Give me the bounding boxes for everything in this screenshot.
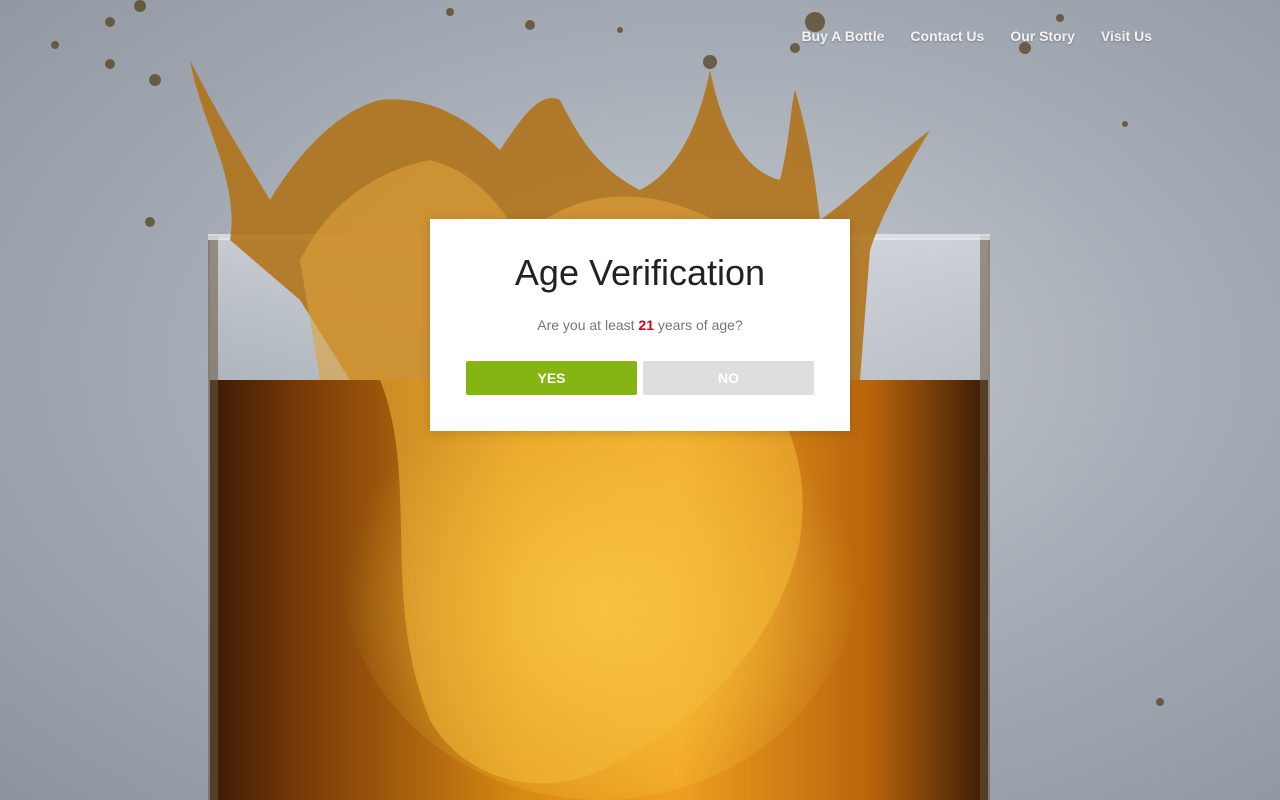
- nav-buy-a-bottle[interactable]: Buy A Bottle: [801, 28, 884, 44]
- age-question-prefix: Are you at least: [537, 317, 639, 333]
- no-button[interactable]: NO: [643, 361, 814, 395]
- dialog-buttons: YES NO: [466, 361, 814, 395]
- dialog-title: Age Verification: [514, 252, 766, 293]
- age-verification-dialog: Age Verification Are you at least 21 yea…: [430, 219, 850, 431]
- age-question: Are you at least 21 years of age?: [430, 317, 850, 333]
- top-navigation: Buy A Bottle Contact Us Our Story Visit …: [801, 28, 1152, 44]
- nav-visit-us[interactable]: Visit Us: [1101, 28, 1152, 44]
- age-question-suffix: years of age?: [654, 317, 743, 333]
- age-value: 21: [638, 317, 654, 333]
- page: Buy A Bottle Contact Us Our Story Visit …: [0, 0, 1280, 800]
- nav-our-story[interactable]: Our Story: [1010, 28, 1075, 44]
- nav-contact-us[interactable]: Contact Us: [910, 28, 984, 44]
- yes-button[interactable]: YES: [466, 361, 637, 395]
